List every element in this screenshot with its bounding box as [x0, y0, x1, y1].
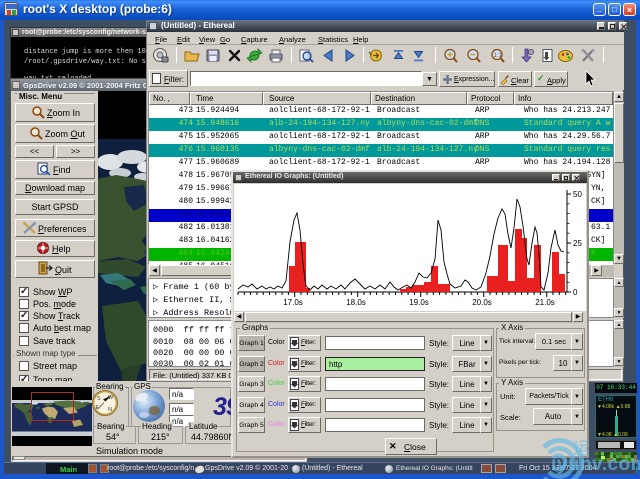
svg-text:1:1: 1:1: [494, 53, 503, 59]
svg-text:N: N: [108, 407, 112, 413]
svg-text:iyunv.com: iyunv.com: [551, 454, 640, 475]
svg-text:S: S: [97, 396, 101, 402]
